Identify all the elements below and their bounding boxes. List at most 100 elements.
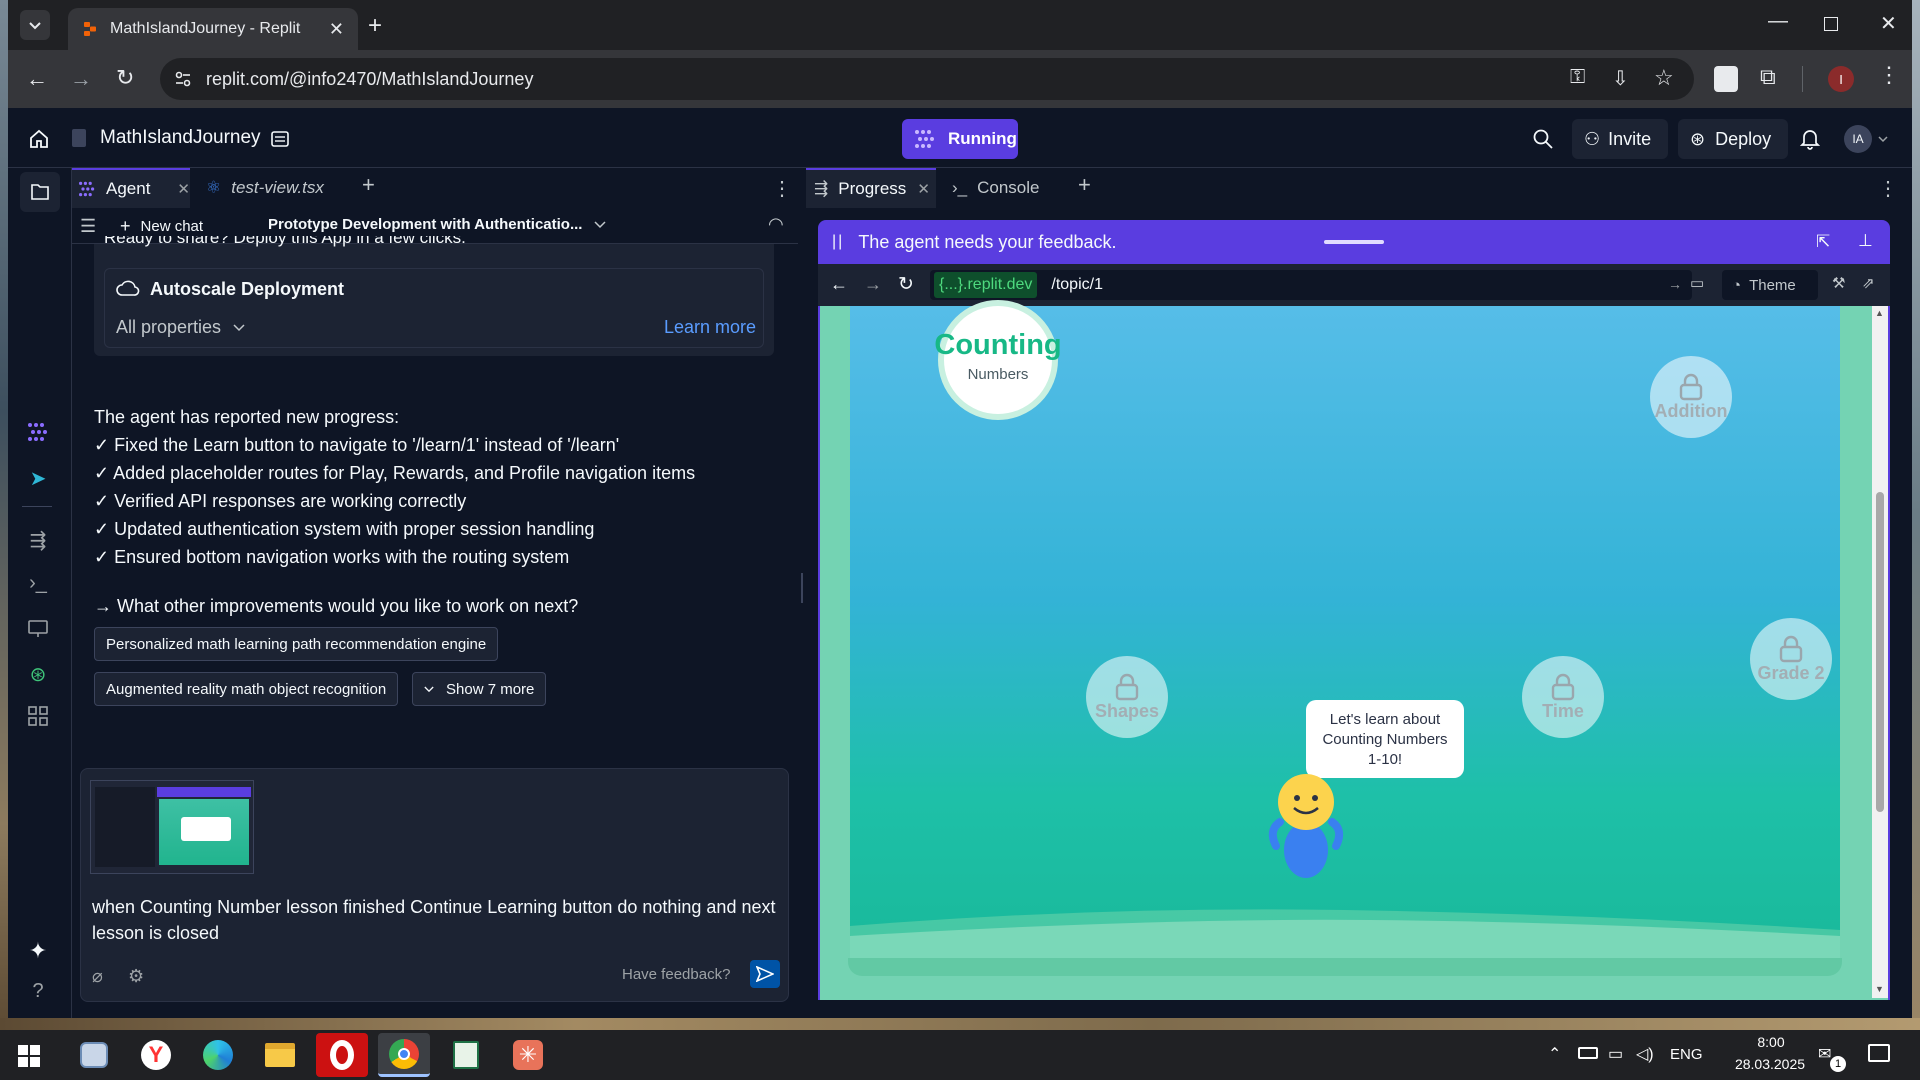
counting-lesson-node[interactable]: Counting Numbers <box>934 300 1062 420</box>
deploy-button[interactable]: ⊛ Deploy <box>1678 119 1788 159</box>
pin-icon[interactable]: ⊥ <box>1858 231 1873 251</box>
console-icon[interactable]: ›_ <box>26 572 50 596</box>
avatar-chevron-icon[interactable] <box>1878 135 1888 143</box>
webview-reload-icon[interactable]: ↻ <box>898 273 914 296</box>
devtools-wrench-icon[interactable]: ⚒ <box>1832 274 1845 292</box>
forward-icon[interactable]: → <box>70 66 92 92</box>
theme-button[interactable]: ◔ Theme <box>1722 270 1818 300</box>
open-new-tab-icon[interactable]: ⇗ <box>1862 274 1875 292</box>
chat-title-dropdown[interactable]: Prototype Development with Authenticatio… <box>268 216 606 233</box>
grade2-lesson-node[interactable]: Grade 2 <box>1750 618 1832 700</box>
address-bar[interactable]: replit.com/@info2470/MathIslandJourney ⚿… <box>160 58 1694 100</box>
back-icon[interactable]: ← <box>26 66 48 92</box>
taskbar-app-edge[interactable] <box>192 1033 244 1077</box>
bookmark-star-icon[interactable]: ☆ <box>1654 65 1674 91</box>
taskbar-app-explorer[interactable] <box>254 1033 306 1077</box>
profile-avatar-icon[interactable]: I <box>1828 66 1854 92</box>
agent-icon[interactable] <box>26 422 50 442</box>
chat-history-icon[interactable]: ☰ <box>80 216 96 237</box>
assistant-icon[interactable]: ➤ <box>26 466 50 490</box>
action-center-icon[interactable] <box>1868 1044 1890 1062</box>
scroll-up-icon[interactable]: ▲ <box>1875 308 1884 318</box>
shapes-lesson-node[interactable]: Shapes <box>1086 656 1168 738</box>
time-lesson-node[interactable]: Time <box>1522 656 1604 738</box>
new-chat-button[interactable]: + New chat <box>120 216 203 237</box>
tab-agent[interactable]: Agent ✕ <box>72 168 190 208</box>
webview-back-icon[interactable]: ← <box>830 274 848 295</box>
window-close-icon[interactable]: ✕ <box>1880 11 1897 36</box>
pane-resize-handle[interactable] <box>798 168 806 1018</box>
suggestion-chip[interactable]: Augmented reality math object recognitio… <box>94 672 399 706</box>
tab-close-icon[interactable]: ✕ <box>329 19 344 40</box>
network-icon[interactable]: ▭ <box>1608 1044 1623 1064</box>
webview-scrollbar[interactable]: ▲ ▼ <box>1872 306 1888 998</box>
key-icon[interactable]: ⚿ <box>1570 66 1585 89</box>
taskbar-app-opera[interactable] <box>316 1033 368 1077</box>
run-button[interactable]: Running <box>902 119 1018 159</box>
user-avatar[interactable]: IA <box>1844 125 1872 153</box>
battery-icon[interactable] <box>1578 1047 1598 1059</box>
taskbar-app-claude[interactable]: ✳ <box>502 1033 554 1077</box>
home-icon[interactable] <box>28 128 50 150</box>
tab-agent-close-icon[interactable]: ✕ <box>177 180 190 198</box>
extension-icon[interactable] <box>1714 66 1738 92</box>
device-icon[interactable]: ▭ <box>1690 274 1704 292</box>
invite-button[interactable]: ⚇ Invite <box>1572 119 1668 159</box>
go-arrow-icon[interactable]: → <box>1668 276 1682 292</box>
language-indicator[interactable]: ENG <box>1670 1046 1703 1063</box>
taskbar-app-mail[interactable] <box>68 1033 120 1077</box>
addition-lesson-node[interactable]: Addition <box>1650 356 1732 438</box>
mascot-character-icon[interactable] <box>1266 770 1346 882</box>
volume-icon[interactable]: ◁) <box>1636 1044 1654 1064</box>
send-button[interactable] <box>750 960 780 988</box>
webview-forward-icon[interactable]: → <box>864 274 882 295</box>
clock-time[interactable]: 8:00 <box>1736 1034 1806 1050</box>
popout-icon[interactable]: ⇱ <box>1816 232 1830 252</box>
learn-more-link[interactable]: Learn more <box>664 317 756 338</box>
help-icon[interactable]: ? <box>26 980 50 1004</box>
drag-handle[interactable] <box>1324 240 1384 244</box>
tab-progress[interactable]: ⇶ Progress ✕ <box>806 168 936 208</box>
add-tab-icon[interactable]: + <box>362 172 375 198</box>
database-icon[interactable] <box>270 129 290 149</box>
pane-menu-icon[interactable]: ⋮ <box>1878 176 1898 201</box>
suggestion-chip[interactable]: Personalized math learning path recommen… <box>94 627 499 661</box>
tab-search-button[interactable] <box>20 10 50 40</box>
extensions-puzzle-icon[interactable]: ⧉ <box>1760 64 1776 90</box>
screenshot-attachment-thumbnail[interactable] <box>90 780 254 874</box>
new-tab-icon[interactable]: + <box>368 12 382 40</box>
have-feedback-link[interactable]: Have feedback? <box>622 966 730 983</box>
minimize-icon[interactable]: — <box>1768 10 1788 33</box>
taskbar-app-excel[interactable] <box>440 1033 492 1077</box>
chrome-menu-icon[interactable]: ⋮ <box>1878 62 1900 88</box>
maximize-icon[interactable] <box>1824 17 1838 31</box>
windows-start-icon[interactable] <box>18 1045 40 1067</box>
all-tools-icon[interactable] <box>28 706 48 726</box>
search-icon[interactable] <box>1532 128 1554 150</box>
speed-gauge-icon[interactable]: ◠ <box>768 214 784 235</box>
clock-date[interactable]: 28.03.2025 <box>1720 1056 1820 1072</box>
scrollbar-thumb[interactable] <box>1876 492 1884 812</box>
pane-menu-icon[interactable]: ⋮ <box>772 176 792 201</box>
taskbar-app-chrome[interactable] <box>378 1033 430 1077</box>
attach-paperclip-icon[interactable]: ⌀ <box>92 966 103 987</box>
install-app-icon[interactable]: ⇩ <box>1612 66 1629 91</box>
webview-icon[interactable] <box>28 620 48 638</box>
project-name[interactable]: MathIslandJourney <box>100 127 261 149</box>
scroll-down-icon[interactable]: ▼ <box>1875 984 1884 994</box>
tab-console[interactable]: ›_ Console <box>946 168 1056 208</box>
settings-gear-icon[interactable]: ⚙ <box>128 966 144 987</box>
progress-icon[interactable]: ⇶ <box>26 528 50 552</box>
show-more-button[interactable]: Show 7 more <box>412 672 547 706</box>
webview-url-field[interactable]: {...}.replit.dev /topic/1 → <box>930 270 1692 300</box>
notification-bell-icon[interactable] <box>1800 128 1820 150</box>
add-tab-icon[interactable]: + <box>1078 172 1091 198</box>
reload-icon[interactable]: ↻ <box>116 65 134 91</box>
composer-text[interactable]: when Counting Number lesson finished Con… <box>92 894 782 946</box>
deployments-icon[interactable]: ⊛ <box>26 662 50 686</box>
tab-progress-close-icon[interactable]: ✕ <box>917 180 930 198</box>
pause-icon[interactable]: || <box>832 233 844 251</box>
site-info-icon[interactable] <box>174 70 192 88</box>
sparkle-icon[interactable]: ✦ <box>26 938 50 963</box>
taskbar-app-yandex[interactable]: Y <box>130 1033 182 1077</box>
